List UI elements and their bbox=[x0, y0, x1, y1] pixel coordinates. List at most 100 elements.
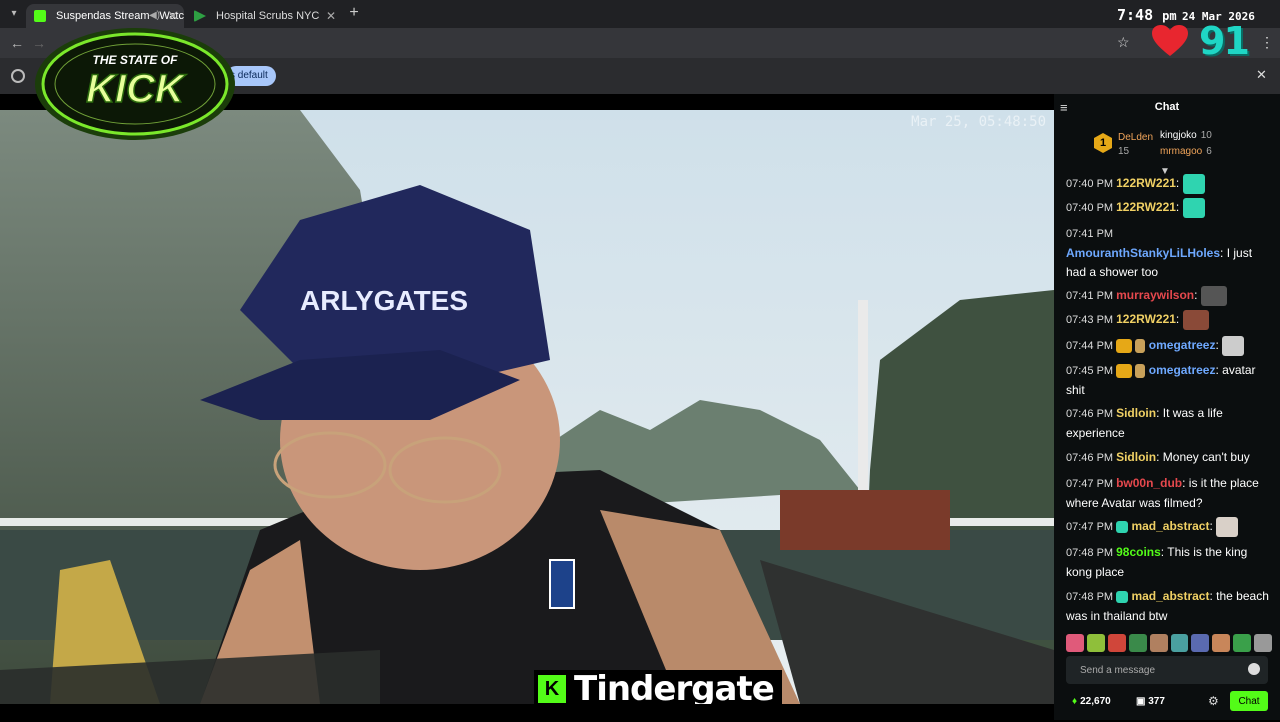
message-user[interactable]: AmouranthStankyLiLHoles bbox=[1066, 246, 1220, 260]
chat-message: 07:47 PM bw00n_dub: is it the place where… bbox=[1066, 476, 1259, 510]
chat-message: 07:41 PM AmouranthStankyLiLHoles: I just … bbox=[1066, 228, 1253, 279]
badge-icon bbox=[1135, 339, 1146, 353]
message-user[interactable]: 122RW221 bbox=[1116, 312, 1176, 326]
message-time: 07:47 PM bbox=[1066, 478, 1114, 490]
message-user[interactable]: bw00n_dub bbox=[1116, 476, 1182, 490]
message-user[interactable]: Sidloin bbox=[1116, 450, 1156, 464]
video-caption: K Tindergate bbox=[534, 669, 782, 704]
emoji-picker-icon[interactable] bbox=[1248, 663, 1260, 675]
message-user[interactable]: mad_abstract bbox=[1131, 589, 1209, 603]
message-time: 07:44 PM bbox=[1066, 340, 1114, 353]
points-icon: ♦ bbox=[1072, 696, 1078, 707]
message-time: 07:41 PM bbox=[1066, 290, 1114, 303]
message-time: 07:43 PM bbox=[1066, 314, 1114, 327]
message-user[interactable]: omegatreez bbox=[1149, 338, 1216, 352]
infobar-close-icon[interactable]: ✕ bbox=[1256, 67, 1267, 83]
crown-badge-icon bbox=[1116, 339, 1133, 353]
emote-icon[interactable] bbox=[1149, 634, 1168, 652]
crown-badge-icon bbox=[1116, 363, 1133, 378]
badge-icon bbox=[1135, 363, 1146, 378]
logo-line1: THE STATE OF bbox=[93, 53, 179, 67]
emote-icon[interactable] bbox=[1086, 634, 1105, 652]
emote-icon[interactable] bbox=[1191, 634, 1210, 652]
leader-second: kingjoko 10 bbox=[1160, 130, 1212, 141]
sub-badge-icon bbox=[1116, 590, 1129, 603]
gift-leaderboard[interactable]: 1 DeLden 15 kingjoko 10 mrmagoo 6 bbox=[1054, 124, 1280, 170]
chat-title: Chat bbox=[1154, 101, 1180, 113]
kick-logo-icon: K bbox=[538, 675, 566, 703]
clock-time: 7:48 bbox=[1117, 6, 1154, 24]
stream-video[interactable]: ARLYGATES Mar 25, 05:48:50 K Tindergate bbox=[0, 110, 1054, 704]
play-favicon-icon bbox=[194, 10, 206, 22]
message-user[interactable]: 98coins bbox=[1116, 545, 1161, 559]
badge-count[interactable]: ▣ 377 bbox=[1136, 696, 1165, 707]
sub-badge-icon bbox=[1116, 521, 1129, 533]
tab-label: Suspendas Stream - Watch bbox=[56, 10, 184, 22]
message-user[interactable]: murraywilson bbox=[1116, 288, 1194, 302]
emote-icon[interactable] bbox=[1128, 634, 1147, 652]
stream-scene: ARLYGATES bbox=[0, 110, 1054, 704]
emote-icon[interactable] bbox=[1233, 634, 1252, 652]
rank-badge: 1 bbox=[1094, 133, 1112, 153]
chat-message: 07:48 PM mad_abstract: the beach was in … bbox=[1066, 589, 1269, 623]
caption-text: Tindergate bbox=[574, 669, 775, 704]
browser-menu-icon[interactable]: ⋮ bbox=[1260, 34, 1274, 51]
chat-message: 07:46 PM Sidloin: Money can't buy bbox=[1066, 450, 1250, 464]
leader-third: mrmagoo 6 bbox=[1160, 146, 1212, 157]
message-user[interactable]: 122RW221 bbox=[1116, 176, 1176, 190]
leader-second-count: 10 bbox=[1200, 130, 1212, 141]
badge-count-value: 377 bbox=[1148, 696, 1165, 707]
overlay-clock: 7:48 pm bbox=[1117, 6, 1177, 24]
sus-emote-icon bbox=[1200, 286, 1227, 306]
message-user[interactable]: mad_abstract bbox=[1131, 519, 1209, 533]
clock-ampm: pm bbox=[1162, 9, 1177, 23]
message-user[interactable]: omegatreez bbox=[1149, 363, 1216, 377]
emote-icon bbox=[1182, 198, 1205, 218]
message-text: Money can't buy bbox=[1159, 450, 1250, 464]
emote-icon bbox=[1182, 310, 1209, 330]
chat-message: 07:44 PM omegatreez: bbox=[1066, 336, 1274, 356]
emote-icon[interactable] bbox=[1170, 634, 1189, 652]
chat-message: 07:46 PM Sidloin: It was a life experienc… bbox=[1066, 406, 1223, 440]
message-time: 07:45 PM bbox=[1066, 365, 1114, 377]
leader-first-name: DeLden bbox=[1118, 132, 1154, 143]
quick-emote-bar bbox=[1066, 634, 1273, 654]
message-time: 07:48 PM bbox=[1066, 547, 1114, 559]
chat-message: 07:40 PM 122RW221: bbox=[1066, 198, 1274, 218]
emote-icon[interactable] bbox=[1254, 634, 1273, 652]
badge-icon: ▣ bbox=[1136, 696, 1146, 707]
message-user[interactable]: Sidloin bbox=[1116, 406, 1156, 420]
tab-search-dropdown-icon[interactable]: ▾ bbox=[6, 6, 22, 22]
svg-text:ARLYGATES: ARLYGATES bbox=[300, 285, 468, 316]
emote-icon[interactable] bbox=[1066, 634, 1084, 652]
send-chat-button[interactable]: Chat bbox=[1230, 691, 1268, 711]
back-button[interactable]: ← bbox=[10, 35, 24, 51]
emote-icon bbox=[1222, 336, 1245, 356]
channel-points[interactable]: ♦ 22,670 bbox=[1072, 696, 1111, 707]
bookmark-star-icon[interactable]: ☆ bbox=[1117, 34, 1130, 51]
message-time: 07:47 PM bbox=[1066, 521, 1114, 534]
kick-favicon-icon bbox=[34, 10, 46, 22]
leader-third-count: 6 bbox=[1206, 146, 1212, 157]
leader-third-name: mrmagoo bbox=[1160, 146, 1203, 157]
state-of-kick-logo: THE STATE OF KICK bbox=[35, 28, 235, 140]
chrome-icon bbox=[11, 69, 25, 83]
leader-first-count: 15 bbox=[1118, 146, 1130, 157]
emote-icon[interactable] bbox=[1107, 634, 1126, 652]
message-time: 07:41 PM bbox=[1066, 228, 1114, 240]
emote-icon[interactable] bbox=[1212, 634, 1231, 652]
chat-footer: ♦ 22,670 ▣ 377 ⚙ Chat bbox=[1054, 688, 1280, 716]
close-tab-icon[interactable]: ✕ bbox=[326, 4, 336, 28]
chat-message: 07:41 PM murraywilson: bbox=[1066, 286, 1274, 306]
message-time: 07:46 PM bbox=[1066, 452, 1114, 464]
chat-message-input[interactable] bbox=[1066, 656, 1246, 684]
logo-line2: KICK bbox=[86, 67, 187, 111]
chat-header: ≡ Chat bbox=[1054, 94, 1280, 122]
chat-settings-icon[interactable]: ⚙ bbox=[1208, 694, 1219, 708]
new-tab-button[interactable]: + bbox=[346, 4, 362, 22]
chat-message: 07:40 PM 122RW221: bbox=[1066, 174, 1274, 194]
message-time: 07:48 PM bbox=[1066, 591, 1114, 603]
chat-message: 07:47 PM mad_abstract: bbox=[1066, 517, 1274, 537]
message-user[interactable]: 122RW221 bbox=[1116, 200, 1176, 214]
chat-message: 07:43 PM 122RW221: bbox=[1066, 310, 1274, 330]
